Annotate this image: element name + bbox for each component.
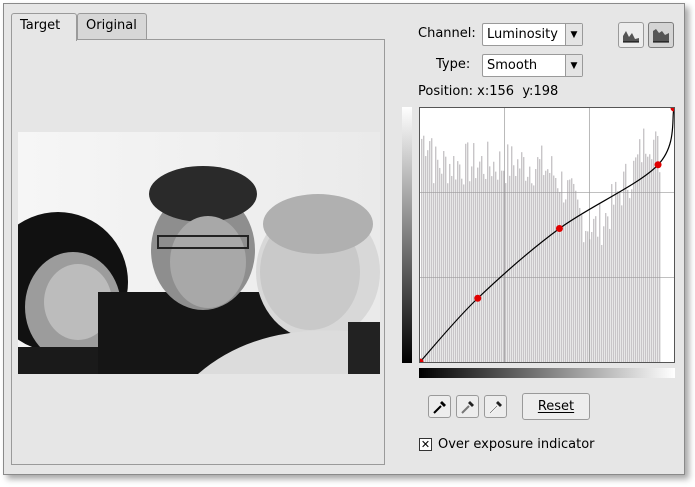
input-gradient-bar <box>419 368 675 378</box>
tab-target[interactable]: Target <box>11 13 77 41</box>
reset-button[interactable]: Reset <box>522 393 590 420</box>
type-combo[interactable]: Smooth ▼ <box>482 54 583 77</box>
preview-image <box>18 132 380 374</box>
preview-panel <box>11 39 385 465</box>
adjust-curves-dialog: Target Original Channel: Luminosity ▼ Ty… <box>3 3 685 475</box>
curve-control-point[interactable] <box>555 225 563 233</box>
position-readout: Position: x:156 y:198 <box>418 84 558 99</box>
linear-histogram-icon <box>623 31 639 43</box>
channel-label: Channel: <box>418 26 476 41</box>
black-point-picker-icon <box>432 400 446 414</box>
logarithmic-histogram-icon <box>653 29 669 43</box>
chevron-down-icon: ▼ <box>565 55 582 76</box>
white-point-picker-button[interactable] <box>484 395 507 418</box>
position-y-value: 198 <box>533 84 559 99</box>
black-point-picker-button[interactable] <box>428 395 451 418</box>
histogram <box>421 128 661 362</box>
overexposure-label: Over exposure indicator <box>438 437 595 452</box>
position-label: Position: <box>418 84 473 99</box>
position-x-value: 156 <box>489 84 515 99</box>
type-label: Type: <box>436 57 471 72</box>
position-x-label: x: <box>477 84 490 99</box>
output-gradient-bar <box>402 107 412 363</box>
chevron-down-icon: ▼ <box>565 24 582 45</box>
curve-control-point[interactable] <box>670 104 678 112</box>
channel-value: Luminosity <box>487 27 558 42</box>
linear-histogram-button[interactable] <box>618 22 644 48</box>
white-point-picker-icon <box>488 400 502 414</box>
curve-control-point[interactable] <box>474 294 482 302</box>
tab-target-label: Target <box>20 18 61 33</box>
tab-original-label: Original <box>86 18 137 33</box>
type-value: Smooth <box>487 58 538 73</box>
tab-original[interactable]: Original <box>77 13 147 40</box>
overexposure-checkbox[interactable]: ✕ <box>419 438 432 451</box>
gray-point-picker-icon <box>460 400 474 414</box>
channel-combo[interactable]: Luminosity ▼ <box>482 23 583 46</box>
curve-editor[interactable] <box>416 104 678 366</box>
curve-control-point[interactable] <box>654 161 662 169</box>
checkmark-icon: ✕ <box>420 438 431 451</box>
logarithmic-histogram-button[interactable] <box>648 22 674 48</box>
position-y-label: y: <box>522 84 534 99</box>
gray-point-picker-button[interactable] <box>456 395 479 418</box>
